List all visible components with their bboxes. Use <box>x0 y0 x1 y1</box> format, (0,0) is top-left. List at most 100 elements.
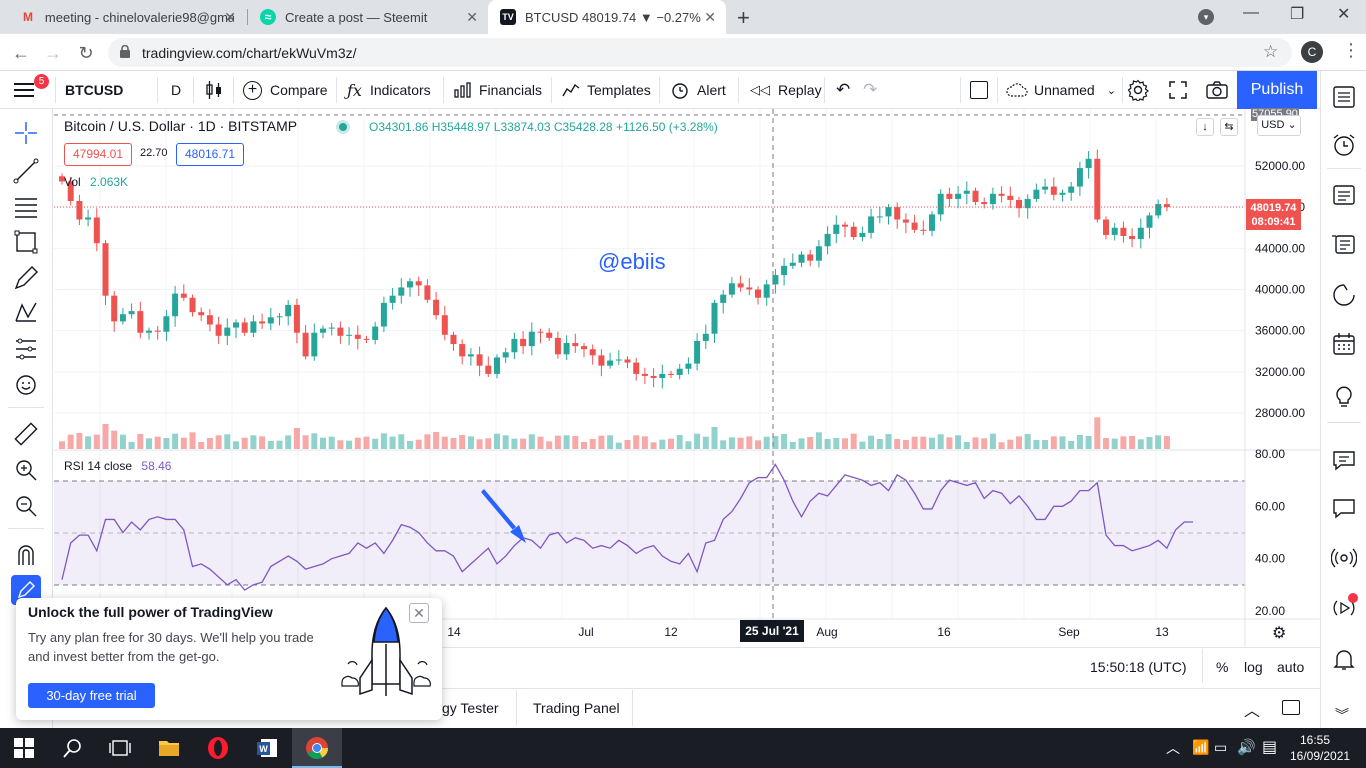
close-tab-icon[interactable]: ✕ <box>704 9 716 26</box>
free-trial-button[interactable]: 30-day free trial <box>28 683 155 708</box>
close-window-button[interactable]: ✕ <box>1337 4 1350 24</box>
templates-button[interactable]: Templates <box>562 71 651 109</box>
fib-tool[interactable] <box>12 193 40 221</box>
auto-toggle[interactable]: auto <box>1277 659 1304 675</box>
watchlist-button[interactable] <box>1331 84 1357 110</box>
series-title[interactable]: Bitcoin / U.S. Dollar · 1D · BITSTAMP <box>64 118 297 134</box>
candle-body <box>494 357 500 374</box>
select-layout-button[interactable] <box>970 71 988 109</box>
currency-button[interactable]: USD ⌄ <box>1257 115 1301 136</box>
compare-toggle-button[interactable]: ⇆ <box>1220 118 1238 136</box>
sell-button[interactable]: 47994.01 <box>64 143 132 166</box>
restore-button[interactable]: ❐ <box>1290 4 1304 24</box>
candle-body <box>1076 168 1083 187</box>
maximize-panel-icon[interactable] <box>1282 700 1300 715</box>
chevron-up-icon[interactable]: ︿ <box>1244 697 1260 721</box>
hotlist-button[interactable] <box>1331 282 1357 308</box>
chart-style-button[interactable] <box>205 71 223 109</box>
notification-center-icon[interactable]: ▤ <box>1262 737 1277 757</box>
percent-toggle[interactable]: % <box>1216 659 1228 675</box>
volume-bar <box>546 441 553 449</box>
chart-settings-gear-icon[interactable]: ⚙ <box>1272 623 1286 643</box>
tab-gmail[interactable]: M meeting - chinelovalerie98@gma ✕ <box>8 0 246 34</box>
trend-line-tool[interactable] <box>12 157 40 185</box>
layout-name-button[interactable]: Unnamed ⌄ <box>1006 71 1116 109</box>
replay-button[interactable]: ◁◁ Replay <box>750 71 822 109</box>
alert-button[interactable]: Alert <box>670 71 726 109</box>
settings-button[interactable] <box>1127 71 1149 109</box>
toolbar-divider <box>157 77 158 103</box>
zoom-in-tool[interactable] <box>12 456 40 484</box>
magnet-tool[interactable] <box>12 541 40 569</box>
url-field[interactable]: tradingview.com/chart/ekWuVm3z/ ☆ <box>108 38 1292 67</box>
log-toggle[interactable]: log <box>1244 659 1263 675</box>
shapes-tool[interactable] <box>12 228 40 256</box>
indicators-button[interactable]: ƒx Indicators <box>347 71 431 109</box>
chrome-taskbar-button[interactable] <box>292 728 342 768</box>
undo-button[interactable]: ↶ <box>836 71 850 109</box>
video-button[interactable] <box>1331 593 1358 621</box>
crosshair-tool[interactable] <box>12 119 40 147</box>
word-icon[interactable]: W <box>255 736 279 760</box>
volume-bar <box>320 437 326 449</box>
utc-clock[interactable]: 15:50:18 (UTC) <box>1090 659 1186 675</box>
close-tab-icon[interactable]: ✕ <box>466 9 478 26</box>
battery-icon[interactable]: ▭ <box>1214 739 1227 756</box>
reload-button[interactable]: ↻ <box>75 42 97 64</box>
opera-icon[interactable] <box>206 736 230 760</box>
compare-button[interactable]: + Compare <box>243 71 328 109</box>
volume-bar <box>781 434 788 449</box>
brush-tool[interactable] <box>12 264 40 292</box>
chevron-up-icon[interactable]: ︿ <box>1166 738 1180 758</box>
tab-steemit[interactable]: ≈ Create a post — Steemit ✕ <box>248 0 488 34</box>
toolbar-divider <box>960 77 961 103</box>
volume-bar <box>206 438 213 449</box>
public-chat-button[interactable] <box>1331 495 1357 521</box>
tab-tradingview[interactable]: TV BTCUSD 48019.74 ▼ −0.27% Unn ✕ <box>488 0 726 34</box>
forward-button[interactable]: → <box>42 42 64 64</box>
icons-tool[interactable] <box>12 371 40 399</box>
price-tick-label: 52000.00 <box>1255 159 1305 173</box>
publish-button[interactable]: Publish <box>1237 71 1317 109</box>
file-explorer-icon[interactable] <box>157 736 181 760</box>
close-tab-icon[interactable]: ✕ <box>224 9 236 26</box>
ideas-button[interactable] <box>1331 383 1357 409</box>
volume-icon[interactable]: 🔊 <box>1237 738 1256 756</box>
profile-avatar[interactable]: C <box>1301 41 1323 63</box>
minimize-button[interactable]: — <box>1243 4 1259 22</box>
volume-bar <box>93 434 100 449</box>
measure-tool[interactable] <box>12 420 40 448</box>
tab-trading-panel[interactable]: Trading Panel <box>533 700 620 716</box>
fullscreen-button[interactable] <box>1169 71 1187 109</box>
new-tab-button[interactable]: + <box>737 5 750 31</box>
bookmark-star-icon[interactable]: ☆ <box>1263 42 1278 62</box>
data-window-button[interactable] <box>1331 182 1357 208</box>
main-menu-button[interactable] <box>14 71 36 109</box>
snapshot-button[interactable] <box>1206 71 1228 109</box>
tab-search-icon[interactable]: ▾ <box>1198 9 1214 25</box>
alerts-button[interactable] <box>1331 132 1357 158</box>
tab-strategy-tester[interactable]: gy Tester <box>442 700 499 716</box>
symbol-search-button[interactable]: BTCUSD <box>65 71 123 109</box>
redo-button[interactable]: ↷ <box>863 71 877 109</box>
browser-menu-icon[interactable]: ⋮ <box>1342 40 1360 61</box>
task-view-icon[interactable] <box>108 736 132 760</box>
interval-button[interactable]: D <box>171 71 181 109</box>
prediction-tool[interactable] <box>12 335 40 363</box>
calendar-button[interactable] <box>1331 331 1357 357</box>
network-icon[interactable]: 📶 <box>1192 739 1209 756</box>
streams-button[interactable] <box>1330 545 1358 571</box>
back-button[interactable]: ← <box>10 42 32 64</box>
chevron-down-icon[interactable]: ︾ <box>1335 705 1349 725</box>
zoom-out-tool[interactable] <box>12 492 40 520</box>
taskbar-clock[interactable]: 16:55 16/09/2021 <box>1290 732 1350 764</box>
buy-button[interactable]: 48016.71 <box>176 143 244 166</box>
news-button[interactable] <box>1331 231 1357 257</box>
windows-start-icon[interactable] <box>12 736 36 760</box>
notifications-button[interactable] <box>1331 646 1357 672</box>
financials-button[interactable]: Financials <box>454 71 542 109</box>
patterns-tool[interactable] <box>12 299 40 327</box>
scroll-down-button[interactable]: ↓ <box>1196 118 1214 136</box>
search-icon[interactable] <box>61 736 85 760</box>
chats-button[interactable] <box>1331 447 1357 473</box>
